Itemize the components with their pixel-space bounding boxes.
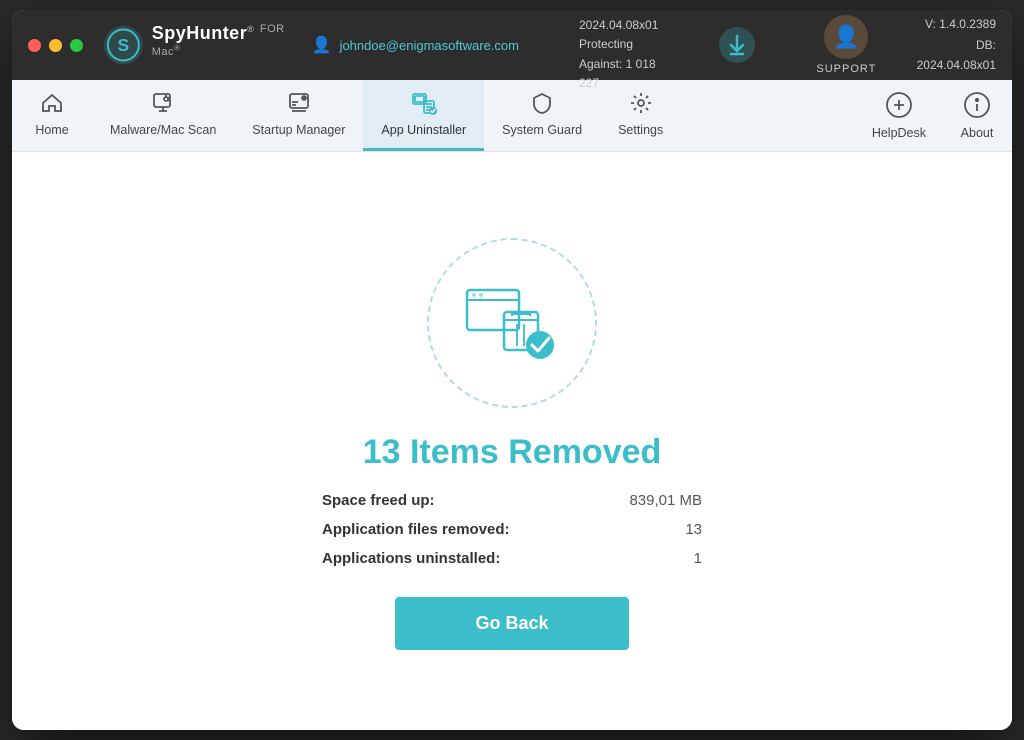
system-guard-icon (530, 91, 554, 119)
user-info: 👤 johndoe@enigmasoftware.com (312, 35, 519, 55)
support-icon: 👤 (824, 15, 868, 59)
result-title: 13 Items Removed (363, 433, 662, 472)
nav-settings-label: Settings (618, 123, 663, 137)
app-window: S SpyHunter® FOR Mac® 👤 johndoe@enigmaso… (12, 10, 1012, 730)
logo-icon: S (103, 24, 144, 66)
app-title: SpyHunter® FOR Mac® (152, 23, 312, 68)
maximize-button[interactable] (70, 39, 83, 52)
home-icon (40, 91, 64, 119)
result-icon-container (422, 233, 602, 413)
stat-label-space: Space freed up: (322, 492, 435, 509)
stat-value-files: 13 (685, 521, 702, 538)
nav-system-guard-label: System Guard (502, 123, 582, 137)
user-icon: 👤 (312, 35, 332, 55)
settings-icon (629, 91, 653, 119)
main-content: 13 Items Removed Space freed up: 839,01 … (12, 152, 1012, 730)
user-email: johndoe@enigmasoftware.com (340, 38, 519, 53)
support-label: SUPPORT (816, 63, 876, 75)
nav-home[interactable]: Home (12, 80, 92, 151)
support-button[interactable]: 👤 SUPPORT (816, 15, 876, 75)
stat-row-space: Space freed up: 839,01 MB (312, 492, 712, 509)
startup-icon (287, 91, 311, 119)
uninstall-result-icon (462, 280, 562, 365)
stat-row-files: Application files removed: 13 (312, 521, 712, 538)
nav-uninstaller-label: App Uninstaller (381, 123, 466, 137)
db-version: DB Version: 2024.04.08x01 (579, 10, 658, 35)
version-line2: DB: 2024.04.08x01 (896, 35, 996, 76)
helpdesk-icon (885, 91, 913, 122)
about-label: About (961, 126, 994, 140)
nav-startup-label: Startup Manager (252, 123, 345, 137)
result-circle (427, 238, 597, 408)
malware-icon (151, 91, 175, 119)
titlebar-center: 👤 johndoe@enigmasoftware.com DB Version:… (312, 10, 877, 93)
stat-value-apps: 1 (694, 550, 702, 567)
uninstaller-icon (411, 91, 437, 119)
nav-malware[interactable]: Malware/Mac Scan (92, 80, 234, 151)
db-info: DB Version: 2024.04.08x01 Protecting Aga… (579, 10, 658, 93)
about-icon (963, 91, 991, 122)
nav-home-label: Home (35, 123, 68, 137)
go-back-button[interactable]: Go Back (395, 597, 628, 650)
svg-text:S: S (118, 35, 130, 55)
stat-value-space: 839,01 MB (629, 492, 702, 509)
download-icon (718, 26, 756, 64)
protecting-label: Protecting Against: 1 018 227 (579, 35, 658, 93)
stat-label-apps: Applications uninstalled: (322, 550, 500, 567)
logo-area: S SpyHunter® FOR Mac® (103, 23, 312, 68)
traffic-lights (28, 39, 83, 52)
download-area (718, 26, 756, 64)
stat-row-apps: Applications uninstalled: 1 (312, 550, 712, 567)
stat-label-files: Application files removed: (322, 521, 510, 538)
nav-malware-label: Malware/Mac Scan (110, 123, 216, 137)
nav-about[interactable]: About (942, 80, 1012, 151)
version-info: V: 1.4.0.2389 DB: 2024.04.08x01 (896, 14, 996, 75)
minimize-button[interactable] (49, 39, 62, 52)
helpdesk-label: HelpDesk (872, 126, 926, 140)
nav-right: HelpDesk About (856, 80, 1012, 151)
stats-container: Space freed up: 839,01 MB Application fi… (312, 492, 712, 567)
title-bar: S SpyHunter® FOR Mac® 👤 johndoe@enigmaso… (12, 10, 1012, 80)
version-line1: V: 1.4.0.2389 (896, 14, 996, 34)
close-button[interactable] (28, 39, 41, 52)
